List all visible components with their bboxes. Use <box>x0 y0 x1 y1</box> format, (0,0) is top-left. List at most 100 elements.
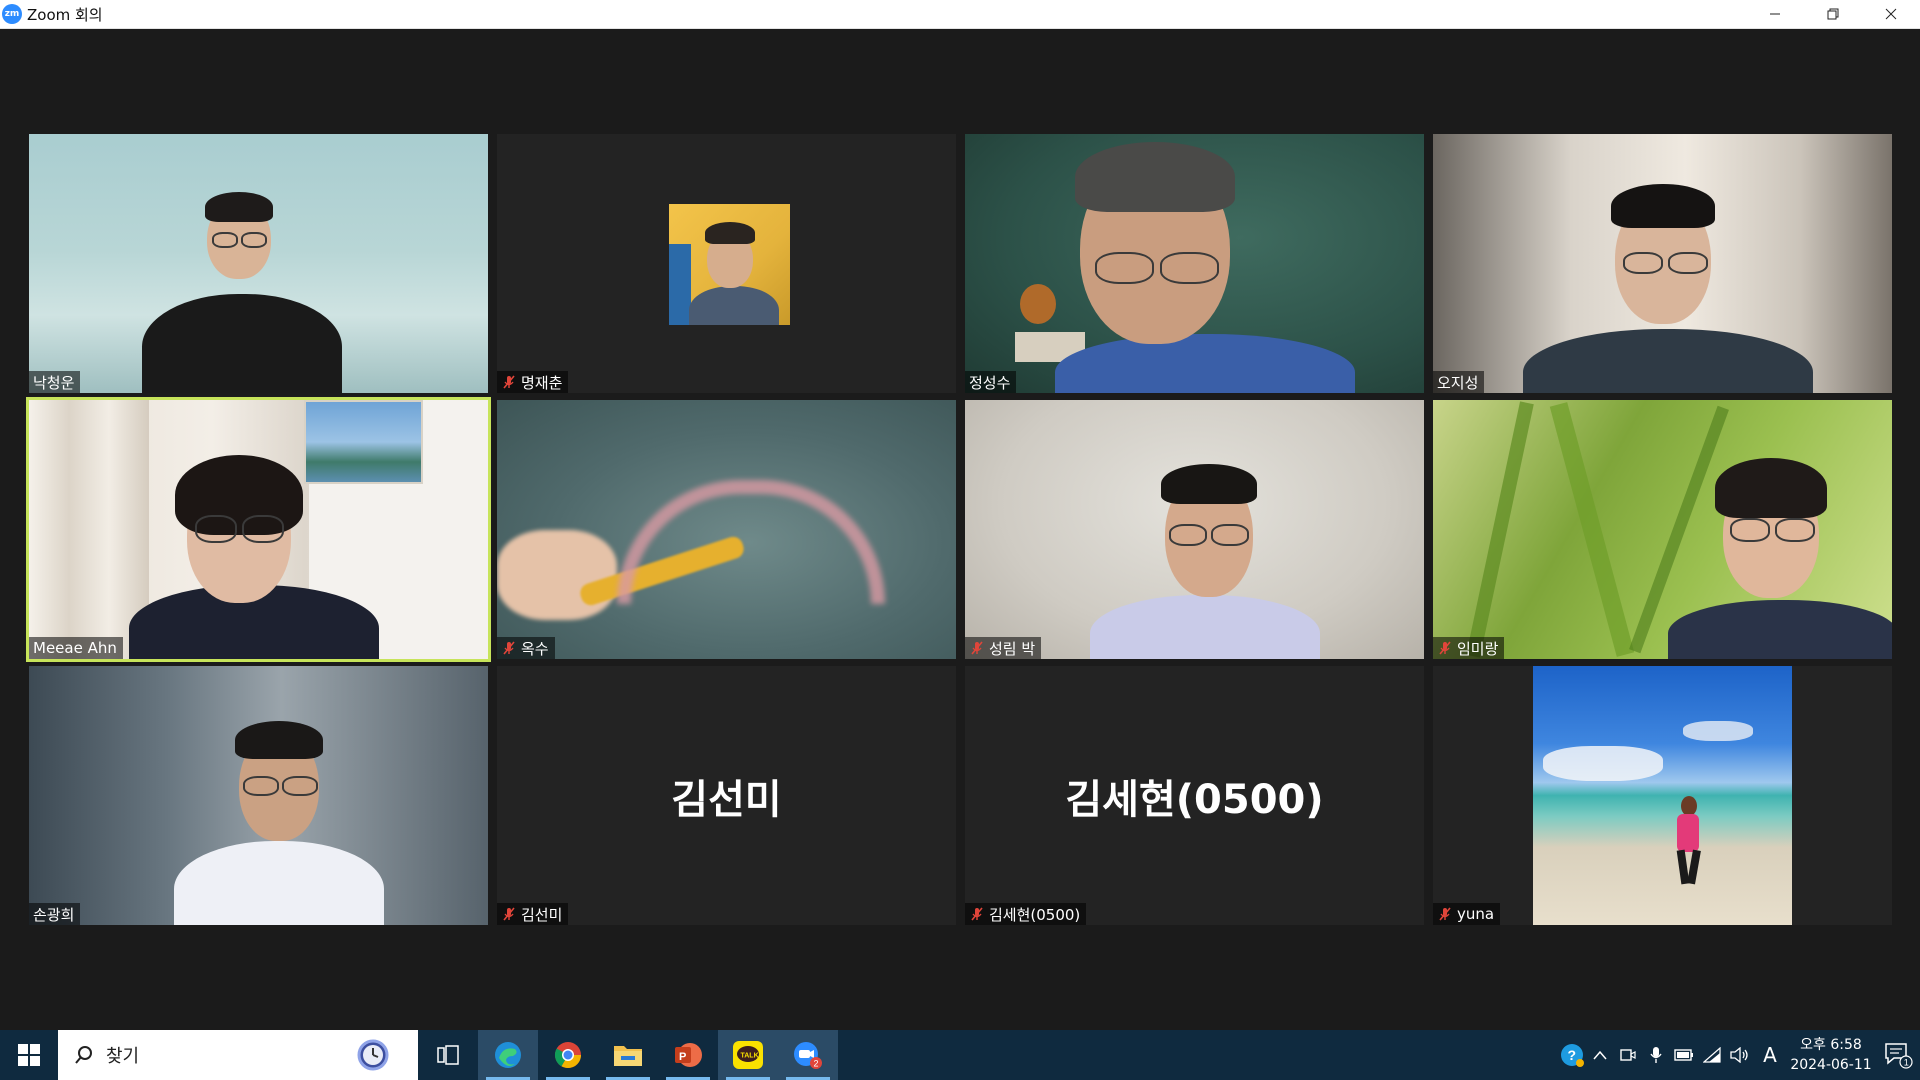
powerpoint-icon: P <box>675 1043 702 1067</box>
participant-tile[interactable]: 성림 박 <box>965 400 1424 659</box>
participant-name: Meeae Ahn <box>33 639 117 657</box>
participant-name: 손광희 <box>33 905 75 924</box>
battery-icon <box>1674 1049 1693 1061</box>
participant-name-label: 손광희 <box>29 903 81 925</box>
taskbar-clock[interactable]: 오후 6:58 2024-06-11 <box>1786 1035 1876 1075</box>
participant-name-label: yuna <box>1433 903 1501 925</box>
notification-icon: 1 <box>1885 1043 1913 1069</box>
participant-tile[interactable]: yuna <box>1433 666 1892 925</box>
participant-name: 오지성 <box>1437 373 1479 392</box>
participant-name: 김선미 <box>521 905 563 924</box>
task-view-button[interactable] <box>418 1030 478 1080</box>
help-icon: ? <box>1561 1044 1584 1067</box>
close-icon <box>1885 8 1897 20</box>
chevron-up-icon <box>1593 1050 1607 1060</box>
window-controls <box>1746 0 1920 28</box>
muted-microphone-icon <box>503 907 515 921</box>
participant-name-label: 정성수 <box>965 371 1017 393</box>
taskbar-kakaotalk[interactable]: TALK <box>718 1030 778 1080</box>
participant-name-label: 오지성 <box>1433 371 1485 393</box>
input-method-indicator[interactable]: A <box>1754 1030 1786 1080</box>
speaker-icon <box>1730 1047 1748 1063</box>
show-hidden-icons-button[interactable] <box>1586 1030 1614 1080</box>
taskbar-file-explorer[interactable] <box>598 1030 658 1080</box>
title-bar: zm Zoom 회의 <box>0 0 1920 29</box>
participant-tile[interactable]: 낙청운 <box>29 134 488 393</box>
search-icon <box>75 1046 92 1064</box>
participant-tile-no-video[interactable]: 김선미 김선미 <box>497 666 956 925</box>
clock-time: 오후 6:58 <box>1800 1037 1862 1053</box>
participant-name: 낙청운 <box>33 373 75 392</box>
window-title: Zoom 회의 <box>27 5 103 24</box>
chrome-icon <box>554 1042 582 1069</box>
restore-icon <box>1827 8 1839 20</box>
svg-text:?: ? <box>1568 1047 1577 1063</box>
search-placeholder: 찾기 <box>106 1046 140 1067</box>
participant-display-name: 김세현(0500) <box>1065 776 1324 823</box>
participant-name-label: 김세현(0500) <box>965 903 1087 925</box>
participant-name: 김세현(0500) <box>989 905 1081 924</box>
participant-tile-no-video[interactable]: 김세현(0500) 김세현(0500) <box>965 666 1424 925</box>
taskbar-edge[interactable] <box>478 1030 538 1080</box>
blurred-video <box>497 400 956 659</box>
folder-icon <box>614 1046 642 1066</box>
microphone-tray-button[interactable] <box>1642 1030 1670 1080</box>
participant-name: 정성수 <box>969 373 1011 392</box>
taskbar-powerpoint[interactable]: P <box>658 1030 718 1080</box>
zoom-badge: 2 <box>814 1059 819 1069</box>
participant-name: 임미랑 <box>1457 639 1499 658</box>
muted-microphone-icon <box>971 641 983 655</box>
gallery-view: 낙청운 명재춘 정성수 오지성 Meeae Ahn 옥수 성림 박 임미랑 손광… <box>29 134 1892 925</box>
camera-icon <box>1620 1049 1636 1061</box>
meet-now-button[interactable] <box>1614 1030 1642 1080</box>
start-button[interactable] <box>0 1030 58 1080</box>
participant-name: 명재춘 <box>521 373 563 392</box>
network-button[interactable] <box>1698 1030 1726 1080</box>
participant-name: 옥수 <box>521 639 549 658</box>
help-button[interactable]: ? <box>1558 1030 1586 1080</box>
participant-name: 성림 박 <box>989 639 1036 658</box>
kakaotalk-icon: TALK <box>733 1041 763 1069</box>
microphone-icon <box>1650 1047 1662 1063</box>
participant-name-label: 명재춘 <box>497 371 569 393</box>
participant-display-name: 김선미 <box>671 776 782 823</box>
wifi-icon <box>1703 1047 1721 1063</box>
participant-name-label: 임미랑 <box>1433 637 1505 659</box>
windows-taskbar: 찾기 P TALK 2 ? A 오후 6:58 2024-06-11 1 <box>0 1030 1920 1080</box>
notification-center-button[interactable]: 1 <box>1876 1030 1920 1080</box>
zoom-icon: 2 <box>794 1042 822 1069</box>
participant-tile[interactable]: 옥수 <box>497 400 956 659</box>
participant-tile[interactable]: 손광희 <box>29 666 488 925</box>
taskbar-zoom[interactable]: 2 <box>778 1030 838 1080</box>
participant-name-label: 성림 박 <box>965 637 1042 659</box>
participant-tile[interactable]: 명재춘 <box>497 134 956 393</box>
battery-button[interactable] <box>1670 1030 1698 1080</box>
clock-widget-icon[interactable] <box>356 1038 390 1072</box>
task-view-icon <box>437 1045 459 1065</box>
participant-tile[interactable]: 오지성 <box>1433 134 1892 393</box>
profile-picture <box>669 204 790 325</box>
participant-name-label: 김선미 <box>497 903 569 925</box>
participant-name-label: 낙청운 <box>29 371 81 393</box>
minimize-icon <box>1770 13 1780 15</box>
taskbar-chrome[interactable] <box>538 1030 598 1080</box>
participant-tile[interactable]: 임미랑 <box>1433 400 1892 659</box>
close-button[interactable] <box>1862 0 1920 28</box>
participant-name: yuna <box>1457 905 1495 923</box>
svg-text:P: P <box>679 1051 686 1063</box>
svg-text:TALK: TALK <box>741 1053 759 1060</box>
edge-icon <box>495 1042 521 1068</box>
taskbar-search-box[interactable]: 찾기 <box>58 1030 418 1080</box>
profile-picture <box>1533 666 1792 925</box>
participant-tile-active-speaker[interactable]: Meeae Ahn <box>29 400 488 659</box>
notification-count: 1 <box>1904 1058 1909 1068</box>
minimize-button[interactable] <box>1746 0 1804 28</box>
restore-button[interactable] <box>1804 0 1862 28</box>
muted-microphone-icon <box>1439 907 1451 921</box>
wall-painting <box>304 400 423 484</box>
muted-microphone-icon <box>971 907 983 921</box>
participant-tile[interactable]: 정성수 <box>965 134 1424 393</box>
volume-button[interactable] <box>1726 1030 1754 1080</box>
muted-microphone-icon <box>503 641 515 655</box>
windows-logo-icon <box>18 1044 40 1066</box>
